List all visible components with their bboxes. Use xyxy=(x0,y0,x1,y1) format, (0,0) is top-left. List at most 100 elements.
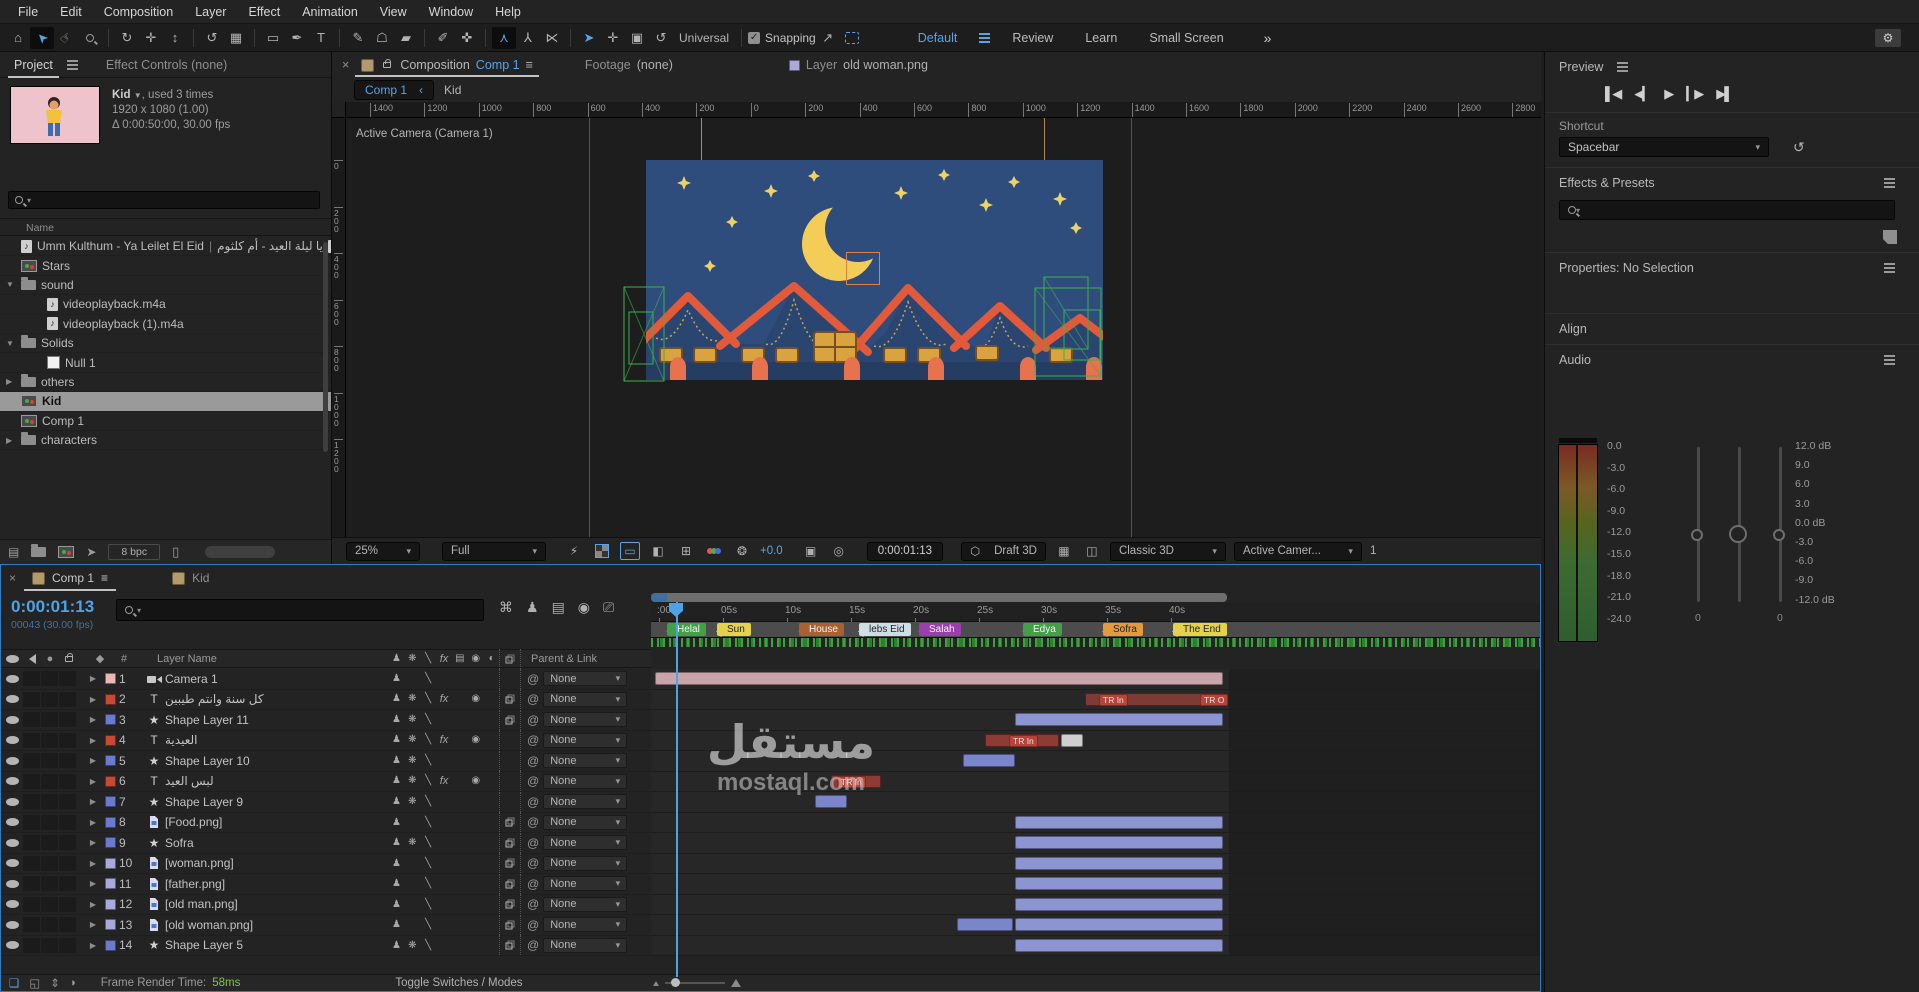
project-item[interactable]: ▶ others xyxy=(0,373,331,393)
audio-menu-icon[interactable] xyxy=(1884,359,1895,361)
pick-whip-icon[interactable]: @ xyxy=(527,938,539,952)
project-item[interactable]: ▼ sound xyxy=(0,276,331,296)
twirl-icon[interactable]: ▼ xyxy=(6,339,16,348)
layer-label-chip[interactable] xyxy=(104,816,116,828)
layer-label-chip[interactable] xyxy=(104,878,116,890)
transition-marker-tag[interactable]: TR In xyxy=(1009,734,1038,747)
reset-icon[interactable]: ↺ xyxy=(1793,139,1805,156)
breadcrumb-parent[interactable]: Kid xyxy=(444,83,461,97)
workspace-tab[interactable]: Learn xyxy=(1071,27,1131,49)
frame-blending-icon[interactable]: ▤ xyxy=(552,599,565,616)
layer-duration-row[interactable] xyxy=(651,669,1540,690)
layer-name[interactable]: Shape Layer 10 xyxy=(165,754,389,768)
layer-visibility-icon[interactable] xyxy=(5,736,19,745)
layer-lock-cell[interactable] xyxy=(59,773,76,789)
number-column-header[interactable]: # xyxy=(113,653,135,665)
parent-dropdown[interactable]: None ▾ xyxy=(543,671,628,687)
puppet-pin-tool[interactable]: ✜ xyxy=(455,27,479,49)
parent-dropdown[interactable]: None ▾ xyxy=(543,937,628,953)
layer-twirl-icon[interactable]: ▶ xyxy=(85,900,101,909)
ruler-corner[interactable] xyxy=(332,102,346,118)
layer-visibility-icon[interactable] xyxy=(5,797,19,806)
parent-dropdown[interactable]: None ▾ xyxy=(543,753,628,769)
brush-tool[interactable]: ✎ xyxy=(346,27,370,49)
parent-dropdown[interactable]: None ▾ xyxy=(543,712,628,728)
fast-preview-icon[interactable]: ⚡ xyxy=(564,542,584,560)
view-layout-icon[interactable]: ◫ xyxy=(1082,542,1102,560)
layer-3d-switch[interactable] xyxy=(499,812,521,833)
layer-3d-switch[interactable] xyxy=(499,853,521,874)
layer-3d-switch[interactable] xyxy=(499,771,521,792)
layer-3d-switch[interactable] xyxy=(499,894,521,915)
composition-marker[interactable]: House xyxy=(798,623,844,637)
layer-duration-row[interactable] xyxy=(651,915,1540,936)
layer-duration-bar[interactable] xyxy=(1015,938,1223,952)
layer-row[interactable]: ▶ 8 [Food.png] ♟ ╲ @ None ▾ xyxy=(1,812,651,833)
layer-row[interactable]: ▶ 4 T العيدية ♟ ❋ ╲ fx ◉ @ None ▾ xyxy=(1,730,651,751)
pick-whip-icon[interactable]: @ xyxy=(527,856,539,870)
last-frame-button[interactable]: ▶▌ xyxy=(1716,86,1733,102)
pick-whip-icon[interactable]: @ xyxy=(527,918,539,932)
layer-name[interactable]: لبس العيد xyxy=(165,774,389,788)
show-snapshot-icon[interactable]: ◎ xyxy=(829,542,849,560)
layer-name[interactable]: Shape Layer 9 xyxy=(165,795,389,809)
view-axis-mode[interactable]: ⋉ xyxy=(540,27,564,49)
project-item[interactable]: Stars xyxy=(0,256,331,276)
resolution-dropdown[interactable]: Full ▾ xyxy=(442,541,546,561)
close-icon[interactable]: × xyxy=(9,571,16,585)
project-item[interactable]: ▶ characters xyxy=(0,431,331,451)
project-item[interactable]: ♪ videoplayback (1).m4a xyxy=(0,315,331,334)
parent-dropdown[interactable]: None ▾ xyxy=(543,896,628,912)
menu-item[interactable]: View xyxy=(370,2,417,22)
render-engine-icon[interactable]: ➤ xyxy=(86,545,96,559)
layer-duration-bar[interactable] xyxy=(1015,918,1223,931)
rectangle-tool[interactable]: ▭ xyxy=(261,27,285,49)
solo-column-icon[interactable]: ● xyxy=(41,653,59,665)
layer-3d-switch[interactable] xyxy=(499,832,521,853)
layer-switches[interactable]: ♟ ╲ xyxy=(389,817,499,828)
layer-selection-box[interactable] xyxy=(846,252,880,285)
renderer-dropdown[interactable]: Classic 3D ▾ xyxy=(1109,541,1226,561)
first-frame-button[interactable]: ▌◀ xyxy=(1605,86,1622,102)
tab-project[interactable]: Project xyxy=(6,53,61,78)
audio-column-icon[interactable] xyxy=(28,653,36,664)
layer-row[interactable]: ▶ 6 T لبس العيد ♟ ❋ ╲ fx ◉ @ None ▾ xyxy=(1,771,651,792)
layer-switches[interactable]: ♟ ❋ ╲ fx ◉ xyxy=(389,734,499,746)
layer-label-chip[interactable] xyxy=(104,673,116,685)
layer-lock-cell[interactable] xyxy=(59,732,76,748)
composition-marker[interactable]: The End xyxy=(1172,623,1227,637)
layer-duration-row[interactable]: TR In xyxy=(651,730,1540,751)
workspace-tab[interactable]: Small Screen xyxy=(1135,27,1237,49)
workspace-overflow-chevron[interactable]: » xyxy=(1264,30,1272,46)
layer-lock-cell[interactable] xyxy=(59,896,76,912)
zoom-slider[interactable] xyxy=(665,978,725,987)
video-column-icon[interactable] xyxy=(5,654,19,663)
gizmo-select-mode[interactable]: ➤ xyxy=(577,27,601,49)
layer-twirl-icon[interactable]: ▶ xyxy=(85,797,101,806)
layer-visibility-icon[interactable] xyxy=(5,900,19,909)
layer-audio-cell[interactable] xyxy=(23,753,40,769)
layer-name[interactable]: Shape Layer 11 xyxy=(165,713,389,727)
parent-dropdown[interactable]: None ▾ xyxy=(543,732,628,748)
pick-whip-icon[interactable]: @ xyxy=(527,877,539,891)
pick-whip-icon[interactable]: @ xyxy=(527,754,539,768)
layer-solo-cell[interactable] xyxy=(41,753,58,769)
composition-marker[interactable]: Salah xyxy=(918,623,961,637)
camera-tool[interactable]: ▦ xyxy=(224,27,248,49)
layer-audio-cell[interactable] xyxy=(23,671,40,687)
layer-twirl-icon[interactable]: ▶ xyxy=(85,674,101,683)
layer-3d-switch[interactable] xyxy=(499,750,521,771)
layer-label-chip[interactable] xyxy=(104,755,116,767)
zoom-tool[interactable] xyxy=(78,27,102,49)
delete-icon[interactable]: ▯ xyxy=(172,544,179,560)
layer-row[interactable]: ▶ 3 ★ Shape Layer 11 ♟ ❋ ╲ @ None ▾ xyxy=(1,709,651,731)
local-axis-mode[interactable]: ⋏ xyxy=(492,26,516,49)
project-item[interactable]: Kid xyxy=(0,392,331,412)
transition-marker-tag[interactable]: TR In xyxy=(1099,693,1128,706)
pick-whip-icon[interactable]: @ xyxy=(527,774,539,788)
composition-canvas[interactable]: Active Camera (Camera 1) xyxy=(346,118,1541,537)
zoom-slider-handle[interactable] xyxy=(671,978,680,987)
layer-visibility-icon[interactable] xyxy=(5,756,19,765)
layer-label-chip[interactable] xyxy=(104,939,116,951)
zoom-out-icon[interactable] xyxy=(653,980,659,986)
